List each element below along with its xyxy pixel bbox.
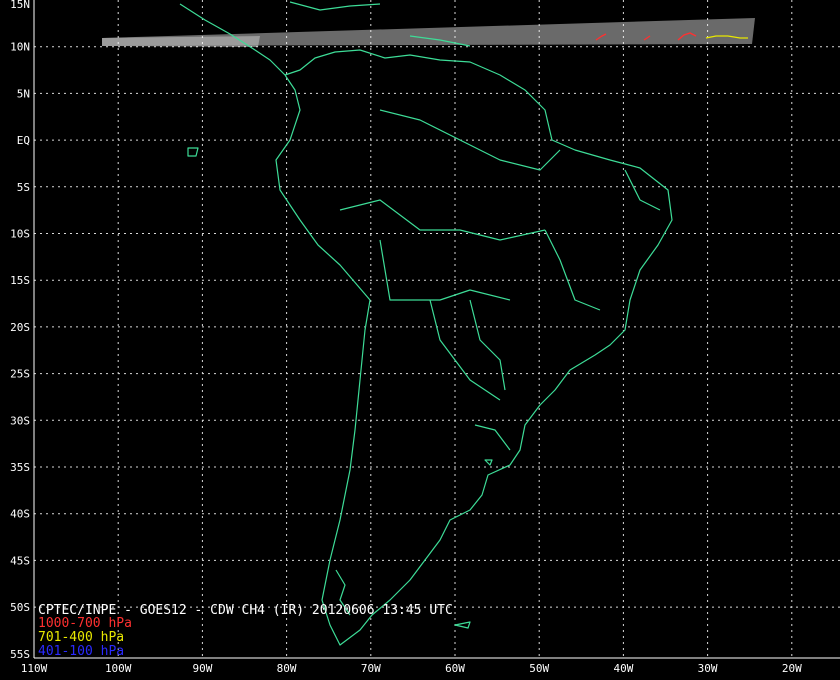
legend-low-level: 1000-700 hPa: [38, 616, 132, 631]
lat-label: 5N: [17, 87, 30, 100]
lat-label: 35S: [10, 461, 30, 474]
lon-label: 80W: [277, 662, 297, 675]
lat-label: EQ: [17, 134, 30, 147]
lat-label: 20S: [10, 321, 30, 334]
lon-label: 60W: [445, 662, 465, 675]
lat-label: 55S: [10, 648, 30, 661]
lon-label: 30W: [698, 662, 718, 675]
lon-label: 70W: [361, 662, 381, 675]
lat-label: 5S: [17, 181, 30, 194]
lat-label: 10S: [10, 228, 30, 241]
lat-label: 40S: [10, 508, 30, 521]
legend-mid-level: 701-400 hPa: [38, 630, 125, 645]
map-canvas: 15N 10N 5N EQ 5S 10S 15S 20S 25S 30S 35S 40S 45S 50S 5…: [10, 0, 840, 675]
lat-label: 45S: [10, 554, 30, 567]
lon-label: 110W: [21, 662, 48, 675]
lon-label: 90W: [192, 662, 212, 675]
lat-label: 25S: [10, 368, 30, 381]
lat-label: 10N: [10, 41, 30, 54]
lat-label: 50S: [10, 601, 30, 614]
lon-label: 40W: [613, 662, 633, 675]
coastlines: [179, 1, 673, 646]
latitude-labels: 15N 10N 5N EQ 5S 10S 15S 20S 25S 30S 35S 40S 45S 50S 5…: [10, 0, 30, 661]
lon-label: 20W: [782, 662, 802, 675]
longitude-labels: 110W 100W 90W 80W 70W 60W 50W 40W 30W 20W: [21, 662, 802, 675]
lat-label: 15S: [10, 274, 30, 287]
lon-label: 100W: [105, 662, 132, 675]
lat-label: 15N: [10, 0, 30, 11]
lon-label: 50W: [529, 662, 549, 675]
legend-high-level: 401-100 hPa: [38, 644, 125, 659]
lat-label: 30S: [10, 414, 30, 427]
